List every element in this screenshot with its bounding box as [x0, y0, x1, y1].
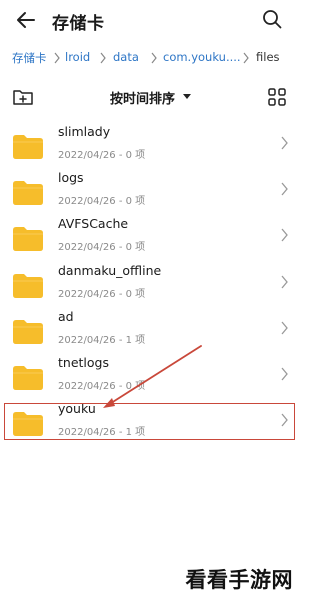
breadcrumb-item-data[interactable]: data [113, 50, 139, 64]
chevron-right-icon [281, 321, 288, 335]
chevron-right-icon [281, 367, 288, 381]
chevron-right-icon [281, 136, 288, 150]
file-name: tnetlogs [58, 355, 109, 370]
chevron-right-icon [100, 52, 106, 64]
folder-icon [13, 274, 43, 298]
file-meta: 2022/04/26 - 0 项 [58, 196, 146, 207]
breadcrumb: 存储卡 lroid data com.youku.... files [12, 50, 301, 68]
arrow-left-icon[interactable] [14, 8, 38, 32]
file-row[interactable]: AVFSCache 2022/04/26 - 0 项 [0, 214, 301, 260]
file-name: danmaku_offline [58, 263, 162, 278]
file-row[interactable]: tnetlogs 2022/04/26 - 0 项 [0, 353, 301, 399]
file-name: slimlady [58, 124, 111, 139]
chevron-right-icon [281, 275, 288, 289]
breadcrumb-item-files[interactable]: files [256, 50, 280, 64]
file-row[interactable]: danmaku_offline 2022/04/26 - 0 项 [0, 261, 301, 307]
file-row[interactable]: ad 2022/04/26 - 1 项 [0, 307, 301, 353]
breadcrumb-item-storage[interactable]: 存储卡 [12, 50, 47, 66]
file-meta: 2022/04/26 - 0 项 [58, 289, 146, 300]
folder-icon [13, 366, 43, 390]
chevron-right-icon [281, 182, 288, 196]
folder-icon [13, 181, 43, 205]
app-header: 存储卡 [0, 0, 301, 40]
watermark-text: 看看手游网 [185, 568, 293, 592]
grid-view-icon[interactable] [267, 87, 287, 107]
file-name: logs [58, 170, 84, 185]
file-name: ad [58, 309, 74, 324]
toolbar: 按时间排序 [0, 86, 301, 110]
folder-icon [13, 320, 43, 344]
chevron-right-icon [243, 52, 249, 64]
file-row[interactable]: logs 2022/04/26 - 0 项 [0, 168, 301, 214]
file-name: AVFSCache [58, 216, 129, 231]
search-icon[interactable] [261, 8, 283, 30]
folder-icon [13, 135, 43, 159]
file-meta: 2022/04/26 - 0 项 [58, 242, 146, 253]
chevron-right-icon [151, 52, 157, 64]
file-meta: 2022/04/26 - 0 项 [58, 150, 146, 161]
folder-icon [13, 227, 43, 251]
page-title: 存储卡 [52, 14, 105, 34]
breadcrumb-item-com-youku[interactable]: com.youku.... [163, 50, 241, 64]
file-meta: 2022/04/26 - 0 项 [58, 381, 146, 392]
chevron-right-icon [54, 52, 60, 64]
file-row[interactable]: slimlady 2022/04/26 - 0 项 [0, 122, 301, 168]
file-meta: 2022/04/26 - 1 项 [58, 335, 146, 346]
caret-down-icon[interactable] [183, 94, 191, 99]
breadcrumb-item-lroid[interactable]: lroid [65, 50, 90, 64]
sort-button[interactable]: 按时间排序 [110, 88, 175, 107]
highlight-box [4, 403, 295, 440]
chevron-right-icon [281, 228, 288, 242]
new-folder-icon[interactable] [12, 87, 34, 107]
